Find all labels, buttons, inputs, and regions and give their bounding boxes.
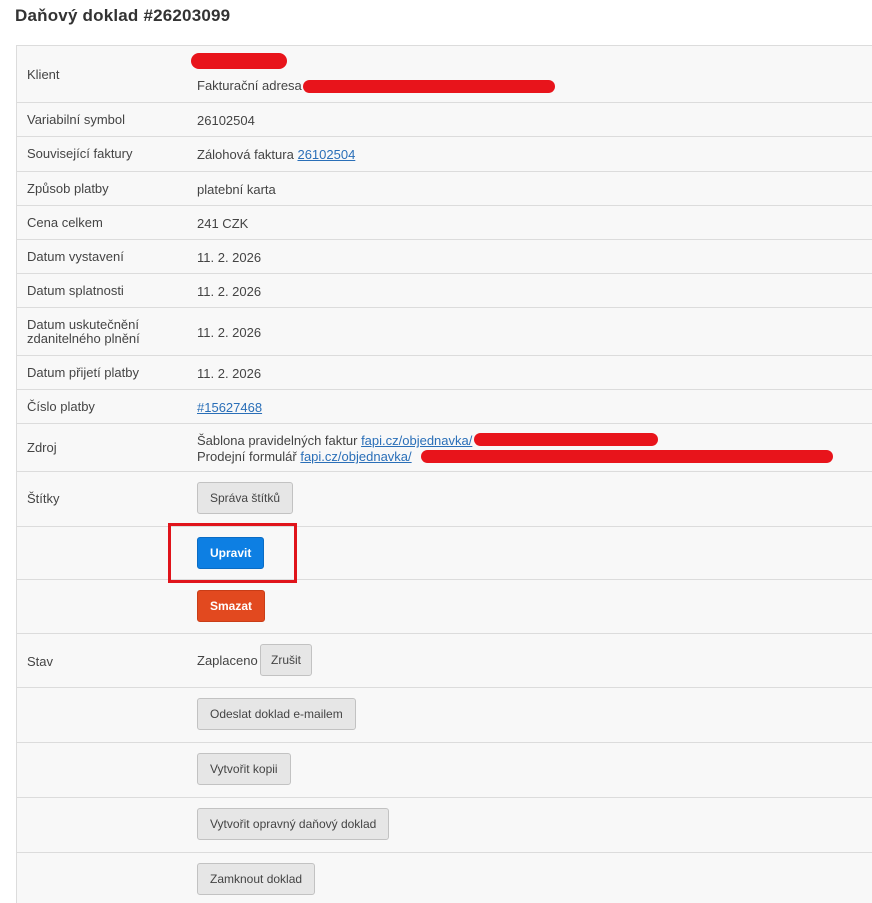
due-date-value: 11. 2. 2026	[197, 284, 262, 299]
status-action: Zrušit	[260, 644, 312, 676]
payment-number-link[interactable]: #15627468	[197, 400, 262, 415]
related-invoice-link[interactable]: 26102504	[297, 147, 355, 162]
cancel-payment-button[interactable]: Zrušit	[260, 644, 312, 676]
taxable-date-label-line1: Datum uskutečnění	[27, 317, 140, 332]
page-title: Daňový doklad #26203099	[15, 6, 231, 25]
status-label: Stav	[27, 654, 54, 669]
table-row-tags: Štítky Správa štítků	[17, 472, 872, 527]
related-invoice-type: Zálohová faktura	[197, 147, 294, 162]
send-email-button[interactable]: Odeslat doklad e-mailem	[197, 698, 356, 730]
table-row-total-price: Cena celkem 241 CZK	[17, 206, 872, 240]
issue-date-label: Datum vystavení	[27, 249, 124, 264]
lock-invoice-button[interactable]: Zamknout doklad	[197, 863, 316, 895]
taxable-date-value: 11. 2. 2026	[197, 325, 262, 340]
create-copy-button[interactable]: Vytvořit kopii	[197, 753, 291, 785]
client-address-label: Fakturační adresa	[197, 78, 302, 93]
lock-action: Zamknout doklad	[197, 863, 316, 895]
table-row-lock: Zamknout doklad	[17, 853, 872, 903]
payment-number-value: #15627468	[197, 400, 262, 415]
table-row-send-email: Odeslat doklad e-mailem	[17, 688, 872, 743]
tags-label: Štítky	[27, 491, 60, 506]
redacted-client-name	[191, 53, 287, 69]
source-line-1: Šablona pravidelných faktur fapi.cz/obje…	[197, 433, 472, 448]
source-line-2: Prodejní formulář fapi.cz/objednavka/	[197, 449, 412, 464]
table-row-client: Klient Fakturační adresa	[17, 46, 872, 103]
source-form-label: Prodejní formulář	[197, 449, 297, 464]
redacted-form-url	[421, 450, 833, 463]
client-label: Klient	[27, 67, 60, 82]
send-email-action: Odeslat doklad e-mailem	[197, 698, 356, 730]
create-correction-button[interactable]: Vytvořit opravný daňový doklad	[197, 808, 390, 840]
client-address: Fakturační adresa	[197, 78, 555, 94]
taxable-date-label: Datum uskutečnění zdanitelného plnění	[27, 318, 140, 346]
payment-received-date-label: Datum přijetí platby	[27, 365, 139, 380]
table-row-due-date: Datum splatnosti 11. 2. 2026	[17, 274, 872, 308]
source-form-link[interactable]: fapi.cz/objednavka/	[300, 449, 411, 464]
table-row-create-copy: Vytvořit kopii	[17, 743, 872, 798]
table-row-status: Stav Zaplaceno Zrušit	[17, 634, 872, 688]
table-row-create-correction: Vytvořit opravný daňový doklad	[17, 798, 872, 853]
variable-symbol-label: Variabilní symbol	[27, 112, 126, 127]
source-template-link[interactable]: fapi.cz/objednavka/	[361, 433, 472, 448]
tags-action: Správa štítků	[197, 482, 294, 514]
table-row-related-invoices: Související faktury Zálohová faktura 261…	[17, 137, 872, 172]
payment-number-label: Číslo platby	[27, 399, 95, 414]
status-value: Zaplaceno	[197, 653, 258, 668]
total-price-label: Cena celkem	[27, 215, 103, 230]
issue-date-value: 11. 2. 2026	[197, 250, 262, 265]
variable-symbol-value: 26102504	[197, 113, 255, 128]
table-row-taxable-date: Datum uskutečnění zdanitelného plnění 11…	[17, 308, 872, 356]
payment-method-value: platební karta	[197, 182, 276, 197]
table-row-variable-symbol: Variabilní symbol 26102504	[17, 103, 872, 137]
create-copy-action: Vytvořit kopii	[197, 753, 291, 785]
delete-button[interactable]: Smazat	[197, 590, 266, 622]
table-row-edit: Upravit	[17, 527, 872, 580]
total-price-value: 241 CZK	[197, 216, 249, 231]
source-label: Zdroj	[27, 440, 57, 455]
related-invoices-label: Související faktury	[27, 146, 133, 161]
table-row-payment-method: Způsob platby platební karta	[17, 172, 872, 206]
table-row-payment-number: Číslo platby #15627468	[17, 390, 872, 424]
payment-method-label: Způsob platby	[27, 181, 109, 196]
table-row-issue-date: Datum vystavení 11. 2. 2026	[17, 240, 872, 274]
taxable-date-label-line2: zdanitelného plnění	[27, 331, 140, 346]
redacted-address	[302, 80, 555, 94]
delete-action: Smazat	[197, 590, 266, 622]
payment-received-date-value: 11. 2. 2026	[197, 366, 262, 381]
table-row-source: Zdroj Šablona pravidelných faktur fapi.c…	[17, 424, 872, 472]
due-date-label: Datum splatnosti	[27, 283, 124, 298]
related-invoices-value: Zálohová faktura 26102504	[197, 147, 355, 162]
redacted-template-url	[474, 433, 658, 446]
highlight-box	[168, 523, 297, 583]
table-row-delete: Smazat	[17, 580, 872, 634]
table-row-payment-received-date: Datum přijetí platby 11. 2. 2026	[17, 356, 872, 390]
manage-tags-button[interactable]: Správa štítků	[197, 482, 294, 514]
create-correction-action: Vytvořit opravný daňový doklad	[197, 808, 390, 840]
source-template-label: Šablona pravidelných faktur	[197, 433, 358, 448]
invoice-detail-table: Klient Fakturační adresa Variabilní symb…	[16, 45, 872, 903]
